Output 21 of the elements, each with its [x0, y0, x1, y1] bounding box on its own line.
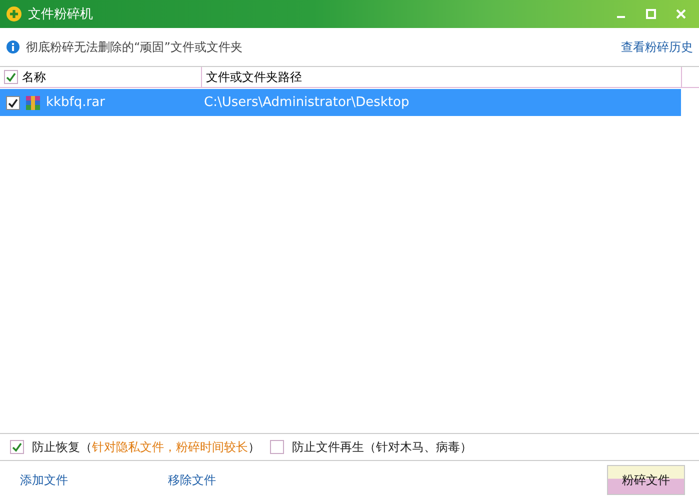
file-name: kkbfq.rar [46, 95, 106, 110]
archive-icon [25, 94, 41, 110]
file-action-link[interactable]: 移除文件 [168, 472, 316, 488]
checkbox[interactable] [270, 440, 284, 454]
file-path: C:\Users\Administrator\Desktop [204, 95, 410, 110]
shred-button[interactable]: 粉碎文件 [607, 465, 685, 495]
option-label: 防止文件再生（针对木马、病毒） [292, 438, 472, 456]
info-icon [6, 40, 20, 54]
history-link[interactable]: 查看粉碎历史 [621, 38, 693, 56]
option-label: 防止恢复（针对隐私文件，粉碎时间较长） [32, 438, 260, 456]
window-title: 文件粉碎机 [28, 6, 94, 23]
info-text: 彻底粉碎无法删除的“顽固”文件或文件夹 [26, 38, 244, 56]
close-icon[interactable] [676, 9, 686, 19]
app-logo-icon [6, 6, 22, 22]
checkbox[interactable] [6, 96, 20, 110]
checkbox[interactable] [10, 440, 24, 454]
file-action-link[interactable]: 添加文件 [20, 472, 168, 488]
column-header[interactable]: 名称 [22, 68, 46, 86]
column-header[interactable]: 文件或文件夹路径 [206, 68, 302, 86]
maximize-icon[interactable] [646, 9, 656, 19]
checkbox[interactable] [4, 70, 18, 84]
